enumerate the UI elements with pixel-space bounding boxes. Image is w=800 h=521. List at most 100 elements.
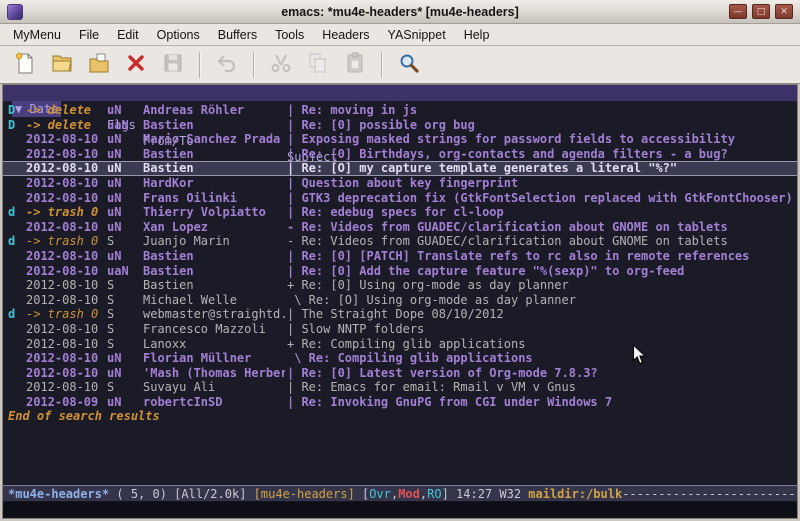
- date-or-mark: 2012-08-10: [26, 337, 98, 352]
- menu-item-mymenu[interactable]: MyMenu: [4, 26, 70, 44]
- search-button[interactable]: [392, 50, 426, 80]
- message-row[interactable]: 2012-08-10 uN Mario Sanchez Prada | Expo…: [3, 132, 797, 147]
- message-row[interactable]: D -> delete uN Andreas Röhler | Re: movi…: [3, 103, 797, 118]
- flags: uN: [107, 205, 121, 220]
- subject: | Re: Emacs for email: Rmail v VM v Gnus: [287, 380, 795, 395]
- menu-item-buffers[interactable]: Buffers: [209, 26, 266, 44]
- flags: uaN: [107, 264, 129, 279]
- undo-icon: [215, 51, 239, 78]
- subject: | Re: moving in js: [287, 103, 795, 118]
- toolbar-separator: [199, 52, 201, 78]
- close-button[interactable]: ✕: [775, 4, 793, 19]
- message-row[interactable]: d -> trash 0 S Juanjo Marin - Re: Videos…: [3, 234, 797, 249]
- modeline-segment: RO: [427, 487, 441, 501]
- open-file-button[interactable]: [45, 50, 79, 80]
- message-row[interactable]: 2012-08-10 S Francesco Mazzoli | Slow NN…: [3, 322, 797, 337]
- menu-bar: MyMenuFileEditOptionsBuffersToolsHeaders…: [0, 24, 800, 46]
- mark-char: D: [8, 118, 15, 133]
- from: Andreas Röhler: [143, 103, 285, 118]
- flags: uN: [107, 366, 121, 381]
- message-row[interactable]: 2012-08-10 uN 'Mash (Thomas Herbert) | R…: [3, 366, 797, 381]
- from: Mario Sanchez Prada: [143, 132, 285, 147]
- date-or-mark: -> delete: [26, 103, 91, 118]
- from: Bastien: [143, 147, 285, 162]
- subject: | Re: [O] my capture template generates …: [287, 161, 795, 176]
- mark-char: d: [8, 205, 15, 220]
- echo-area[interactable]: [3, 502, 797, 518]
- emacs-window: { "window": { "title": "emacs: *mu4e-hea…: [0, 0, 800, 521]
- message-row[interactable]: 2012-08-10 S Michael Welle \ Re: [O] Usi…: [3, 293, 797, 308]
- date-or-mark: 2012-08-10: [26, 322, 98, 337]
- menu-item-tools[interactable]: Tools: [266, 26, 313, 44]
- flags: S: [107, 380, 114, 395]
- menu-item-edit[interactable]: Edit: [108, 26, 148, 44]
- menu-item-file[interactable]: File: [70, 26, 108, 44]
- cut-button: [264, 50, 298, 80]
- message-row[interactable]: 2012-08-10 S Lanoxx + Re: Compiling glib…: [3, 337, 797, 352]
- toolbar-separator: [381, 52, 383, 78]
- mark-char: D: [8, 103, 15, 118]
- message-row[interactable]: 2012-08-10 uN Bastien | Re: [O] my captu…: [3, 161, 797, 176]
- message-row[interactable]: 2012-08-10 uN Xan Lopez - Re: Videos fro…: [3, 220, 797, 235]
- maximize-button[interactable]: □: [752, 4, 770, 19]
- minimize-button[interactable]: —: [729, 4, 747, 19]
- dired-button[interactable]: [82, 50, 116, 80]
- mark-char: d: [8, 234, 15, 249]
- subject: + Re: [0] Using org-mode as day planner: [287, 278, 795, 293]
- message-row[interactable]: 2012-08-10 uN HardKor | Question about k…: [3, 176, 797, 191]
- message-row[interactable]: 2012-08-10 uN Florian Müllner \ Re: Comp…: [3, 351, 797, 366]
- message-row[interactable]: 2012-08-10 uaN Bastien | Re: [0] Add the…: [3, 264, 797, 279]
- date-or-mark: -> trash 0: [26, 234, 98, 249]
- new-file-button[interactable]: [8, 50, 42, 80]
- subject: | Question about key fingerprint: [287, 176, 795, 191]
- modeline-segment: *mu4e-headers*: [8, 487, 109, 501]
- mark-char: d: [8, 307, 15, 322]
- message-row[interactable]: d -> trash 0 S webmaster@straightd... | …: [3, 307, 797, 322]
- flags: uN: [107, 147, 121, 162]
- flags: uaN: [107, 118, 129, 133]
- menu-item-options[interactable]: Options: [148, 26, 209, 44]
- flags: S: [107, 337, 114, 352]
- menu-item-yasnippet[interactable]: YASnippet: [379, 26, 455, 44]
- modeline-segment: [: [355, 487, 369, 501]
- message-row[interactable]: 2012-08-10 uN Bastien | Re: [0] Birthday…: [3, 147, 797, 162]
- subject: | The Straight Dope 08/10/2012: [287, 307, 795, 322]
- modeline-segment: Ovr: [369, 487, 391, 501]
- from: Xan Lopez: [143, 220, 285, 235]
- save-icon: [161, 51, 185, 78]
- dired-icon: [87, 51, 111, 78]
- message-row[interactable]: 2012-08-10 S Bastien + Re: [0] Using org…: [3, 278, 797, 293]
- message-row[interactable]: D -> delete uaN Bastien | Re: [0] possib…: [3, 118, 797, 133]
- menu-item-help[interactable]: Help: [455, 26, 499, 44]
- message-row[interactable]: 2012-08-10 uN Frans Oilinki | GTK3 depre…: [3, 191, 797, 206]
- modeline-segment: ----------------------------------------…: [622, 487, 797, 501]
- tool-bar: [0, 46, 800, 84]
- from: Frans Oilinki: [143, 191, 285, 206]
- message-row[interactable]: 2012-08-10 S Suvayu Ali | Re: Emacs for …: [3, 380, 797, 395]
- flags: uN: [107, 395, 121, 410]
- flags: uN: [107, 351, 121, 366]
- paste-button: [338, 50, 372, 80]
- from: Suvayu Ali: [143, 380, 285, 395]
- from: Thierry Volpiatto: [143, 205, 285, 220]
- subject: | Re: [0] Latest version of Org-mode 7.8…: [287, 366, 795, 381]
- kill-buffer-button[interactable]: [119, 50, 153, 80]
- subject: | Re: Invoking GnuPG from CGI under Wind…: [287, 395, 795, 410]
- subject: | Re: [0] Birthdays, org-contacts and ag…: [287, 147, 795, 162]
- paste-icon: [343, 51, 367, 78]
- modeline-segment: 14:27 W32: [456, 487, 528, 501]
- message-row[interactable]: 2012-08-09 uN robertcInSD | Re: Invoking…: [3, 395, 797, 410]
- message-row[interactable]: d -> trash 0 uN Thierry Volpiatto | Re: …: [3, 205, 797, 220]
- menu-item-headers[interactable]: Headers: [313, 26, 378, 44]
- modeline-segment: ( 5, 0) [All/2.0k]: [109, 487, 254, 501]
- title-bar[interactable]: emacs: *mu4e-headers* [mu4e-headers] —□✕: [0, 0, 800, 24]
- emacs-text-area: ▼ Date Flgs From/To Subject D -> delete …: [2, 84, 798, 519]
- flags: uN: [107, 191, 121, 206]
- from: Bastien: [143, 118, 285, 133]
- flags: uN: [107, 103, 121, 118]
- date-or-mark: 2012-08-10: [26, 351, 98, 366]
- from: Bastien: [143, 249, 285, 264]
- copy-icon: [306, 51, 330, 78]
- message-row[interactable]: 2012-08-10 uN Bastien | Re: [0] [PATCH] …: [3, 249, 797, 264]
- flags: S: [107, 293, 114, 308]
